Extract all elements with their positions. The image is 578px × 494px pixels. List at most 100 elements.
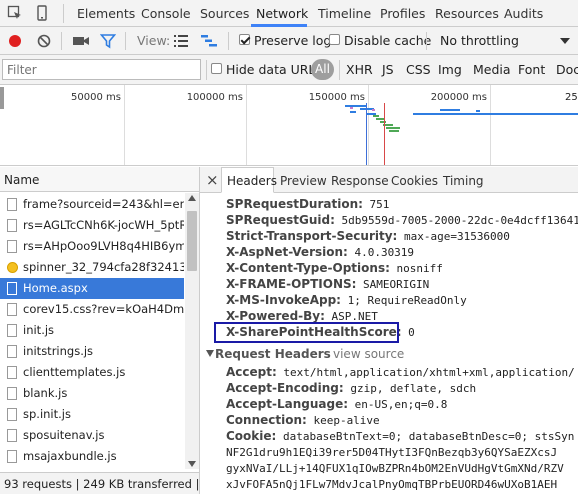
header-value: gzip, deflate, sdch (343, 382, 477, 395)
header-key: Accept: (226, 365, 277, 379)
document-file-icon (7, 240, 17, 253)
header-value: 4.0.30319 (347, 246, 415, 259)
record-icon[interactable] (7, 33, 23, 49)
header-key: X-MS-InvokeApp: (226, 293, 341, 307)
header-key: X-FRAME-OPTIONS: (226, 277, 357, 291)
name-header-label: Name (4, 173, 40, 187)
hide-data-urls-label[interactable]: Hide data URLs (226, 62, 322, 77)
header-key: X-AspNet-Version: (226, 245, 348, 259)
cookie-continuation: xJvFOFA5nQj1FLw7MdvJcalPnyOmqTBPrbEUORD4… (226, 478, 558, 491)
request-row[interactable]: Home.aspx (0, 278, 184, 299)
request-name: rs=AGLTcCNh6K-jocWH_5ptR... (23, 218, 184, 232)
tab-elements[interactable]: Elements (77, 6, 135, 21)
header-line: SPRequestDuration: 751 (226, 197, 389, 211)
request-name: msajaxbundle.js (23, 449, 117, 463)
filter-type-all[interactable]: All (311, 59, 334, 80)
request-name: spinner_32_794cfa28f324131... (23, 260, 184, 274)
header-line: Connection: keep-alive (226, 413, 380, 427)
dropdown-arrow-icon[interactable] (560, 38, 570, 45)
header-line: SPRequestGuid: 5db9559d-7005-2000-22dc-0… (226, 213, 578, 227)
header-value: databaseBtnText=0; databaseBtnDesc=0; st… (276, 430, 575, 443)
header-line: X-MS-InvokeApp: 1; RequireReadOnly (226, 293, 467, 307)
filter-type-font[interactable]: Font (518, 62, 545, 77)
document-file-icon (7, 324, 17, 337)
overview-waterfall (345, 103, 578, 165)
document-file-icon (7, 303, 17, 316)
header-key: X-Content-Type-Options: (226, 261, 390, 275)
details-tabbar: × Headers Preview Response Cookies Timin… (200, 167, 578, 193)
request-details: × Headers Preview Response Cookies Timin… (200, 167, 578, 494)
tab-response[interactable]: Response (331, 174, 389, 188)
tab-audits[interactable]: Audits (504, 6, 543, 21)
header-line: Accept: text/html,application/xhtml+xml,… (226, 365, 575, 379)
request-name: clienttemplates.js (23, 365, 126, 379)
header-line: Accept-Encoding: gzip, deflate, sdch (226, 381, 476, 395)
header-value: nosniff (389, 262, 443, 275)
header-value: 5db9559d-7005-2000-22dc-0e4dcff13641 (334, 214, 578, 227)
request-row[interactable]: clienttemplates.js (0, 362, 184, 383)
image-file-icon (7, 262, 18, 273)
throttling-select[interactable]: No throttling (440, 33, 519, 48)
request-row[interactable]: rs=AGLTcCNh6K-jocWH_5ptR... (0, 215, 184, 236)
request-name: init.js (23, 323, 55, 337)
tab-timeline[interactable]: Timeline (318, 6, 371, 21)
close-details-icon[interactable]: × (206, 171, 219, 189)
preserve-log-label[interactable]: Preserve log (254, 33, 331, 48)
collapse-triangle-icon (206, 350, 214, 357)
disable-cache-checkbox[interactable] (329, 34, 340, 45)
view-source-link[interactable]: view source (333, 347, 404, 361)
request-row[interactable]: corev15.css?rev=kOaH4DmR... (0, 299, 184, 320)
document-file-icon (7, 387, 17, 400)
header-line: X-FRAME-OPTIONS: SAMEORIGIN (226, 277, 429, 291)
filter-type-doc[interactable]: Doc (556, 62, 578, 77)
header-key: Cookie: (226, 429, 277, 443)
header-value: SAMEORIGIN (356, 278, 430, 291)
capture-screenshots-icon[interactable] (72, 33, 90, 49)
filter-type-xhr[interactable]: XHR (346, 62, 373, 77)
request-name: sp.init.js (23, 407, 71, 421)
request-row[interactable]: sposuitenav.js (0, 425, 184, 446)
name-column-header[interactable]: Name (0, 167, 199, 192)
tab-preview[interactable]: Preview (280, 174, 327, 188)
request-name: initstrings.js (23, 344, 94, 358)
request-row[interactable]: spinner_32_794cfa28f324131... (0, 257, 184, 278)
tab-cookies[interactable]: Cookies (391, 174, 438, 188)
device-mode-icon[interactable] (34, 5, 50, 21)
tab-network[interactable]: Network (256, 6, 308, 21)
tab-profiles[interactable]: Profiles (380, 6, 425, 21)
request-list-scrollbar[interactable] (185, 193, 199, 469)
request-row[interactable]: blank.js (0, 383, 184, 404)
header-value: 751 (362, 198, 390, 211)
preserve-log-checkbox[interactable] (239, 34, 250, 45)
tab-console[interactable]: Console (141, 6, 191, 21)
filter-type-media[interactable]: Media (473, 62, 511, 77)
request-row[interactable]: rs=AHpOoo9LVH8q4HIB6ym... (0, 236, 184, 257)
header-key: X-Powered-By: (226, 309, 325, 323)
header-value: max-age=31536000 (397, 230, 510, 243)
header-key: Accept-Language: (226, 397, 349, 411)
tab-resources[interactable]: Resources (435, 6, 499, 21)
tab-sources[interactable]: Sources (200, 6, 249, 21)
tab-headers[interactable]: Headers (227, 174, 277, 188)
document-file-icon (7, 282, 17, 295)
filter-type-css[interactable]: CSS (406, 62, 431, 77)
large-rows-icon[interactable] (173, 34, 189, 48)
request-row[interactable]: initstrings.js (0, 341, 184, 362)
filter-type-img[interactable]: Img (438, 62, 462, 77)
request-row[interactable]: sp.init.js (0, 404, 184, 425)
filter-type-js[interactable]: JS (382, 62, 394, 77)
tab-timing[interactable]: Timing (443, 174, 484, 188)
inspect-element-icon[interactable] (7, 5, 23, 21)
request-row[interactable]: frame?sourceid=243&hl=en... (0, 194, 184, 215)
disable-cache-label[interactable]: Disable cache (344, 33, 431, 48)
header-key: SPRequestGuid: (226, 213, 335, 227)
filter-icon[interactable] (100, 33, 116, 49)
overview-waterfall-icon[interactable] (200, 34, 218, 48)
request-row[interactable]: init.js (0, 320, 184, 341)
clear-icon[interactable] (36, 33, 52, 49)
request-name: blank.js (23, 386, 68, 400)
timeline-overview[interactable]: 50000 ms 100000 ms 150000 ms 200000 ms 2… (0, 85, 578, 166)
request-row[interactable]: msajaxbundle.js (0, 446, 184, 467)
hide-data-urls-checkbox[interactable] (211, 63, 222, 74)
filter-input[interactable] (2, 59, 201, 80)
